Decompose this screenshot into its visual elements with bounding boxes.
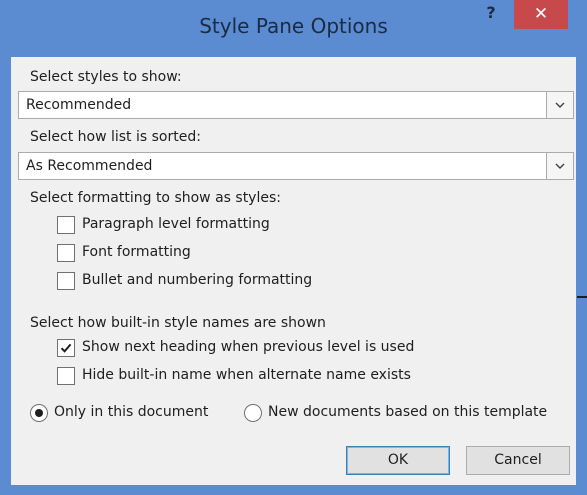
new-documents-label: New documents based on this template: [268, 404, 548, 420]
title-bar[interactable]: Style Pane Options ? ✕: [0, 0, 587, 57]
paragraph-formatting-label: Paragraph level formatting: [82, 216, 270, 232]
ok-button[interactable]: OK: [346, 446, 450, 475]
paragraph-formatting-checkbox[interactable]: [57, 216, 75, 234]
checkmark-icon: [60, 343, 72, 353]
font-formatting-checkbox[interactable]: [57, 244, 75, 262]
new-documents-radio[interactable]: [244, 404, 262, 422]
chevron-down-icon[interactable]: [546, 153, 573, 179]
show-styles-value: Recommended: [26, 97, 132, 113]
show-next-heading-label: Show next heading when previous level is…: [82, 339, 415, 355]
sort-select[interactable]: As Recommended: [18, 152, 574, 180]
stray-mark: [577, 296, 587, 298]
close-icon: ✕: [533, 4, 549, 24]
hide-builtin-label: Hide built-in name when alternate name e…: [82, 367, 411, 383]
hide-builtin-checkbox[interactable]: [57, 367, 75, 385]
dialog-window: Style Pane Options ? ✕ Select styles to …: [0, 0, 587, 495]
sort-label: Select how list is sorted:: [30, 129, 201, 145]
sort-value: As Recommended: [26, 158, 153, 174]
only-document-radio[interactable]: [30, 404, 48, 422]
show-styles-select[interactable]: Recommended: [18, 91, 574, 119]
show-styles-label: Select styles to show:: [30, 69, 182, 85]
bullet-formatting-checkbox[interactable]: [57, 272, 75, 290]
builtin-label: Select how built-in style names are show…: [30, 315, 326, 331]
font-formatting-label: Font formatting: [82, 244, 191, 260]
formatting-label: Select formatting to show as styles:: [30, 190, 281, 206]
cancel-button[interactable]: Cancel: [466, 446, 570, 475]
bullet-formatting-label: Bullet and numbering formatting: [82, 272, 313, 288]
close-button[interactable]: ✕: [514, 0, 568, 29]
only-document-label: Only in this document: [54, 404, 209, 420]
help-button[interactable]: ?: [468, 0, 514, 27]
show-next-heading-checkbox[interactable]: [57, 339, 75, 357]
dialog-content: [11, 57, 576, 485]
chevron-down-icon[interactable]: [546, 92, 573, 118]
radio-selected-dot: [35, 409, 43, 417]
